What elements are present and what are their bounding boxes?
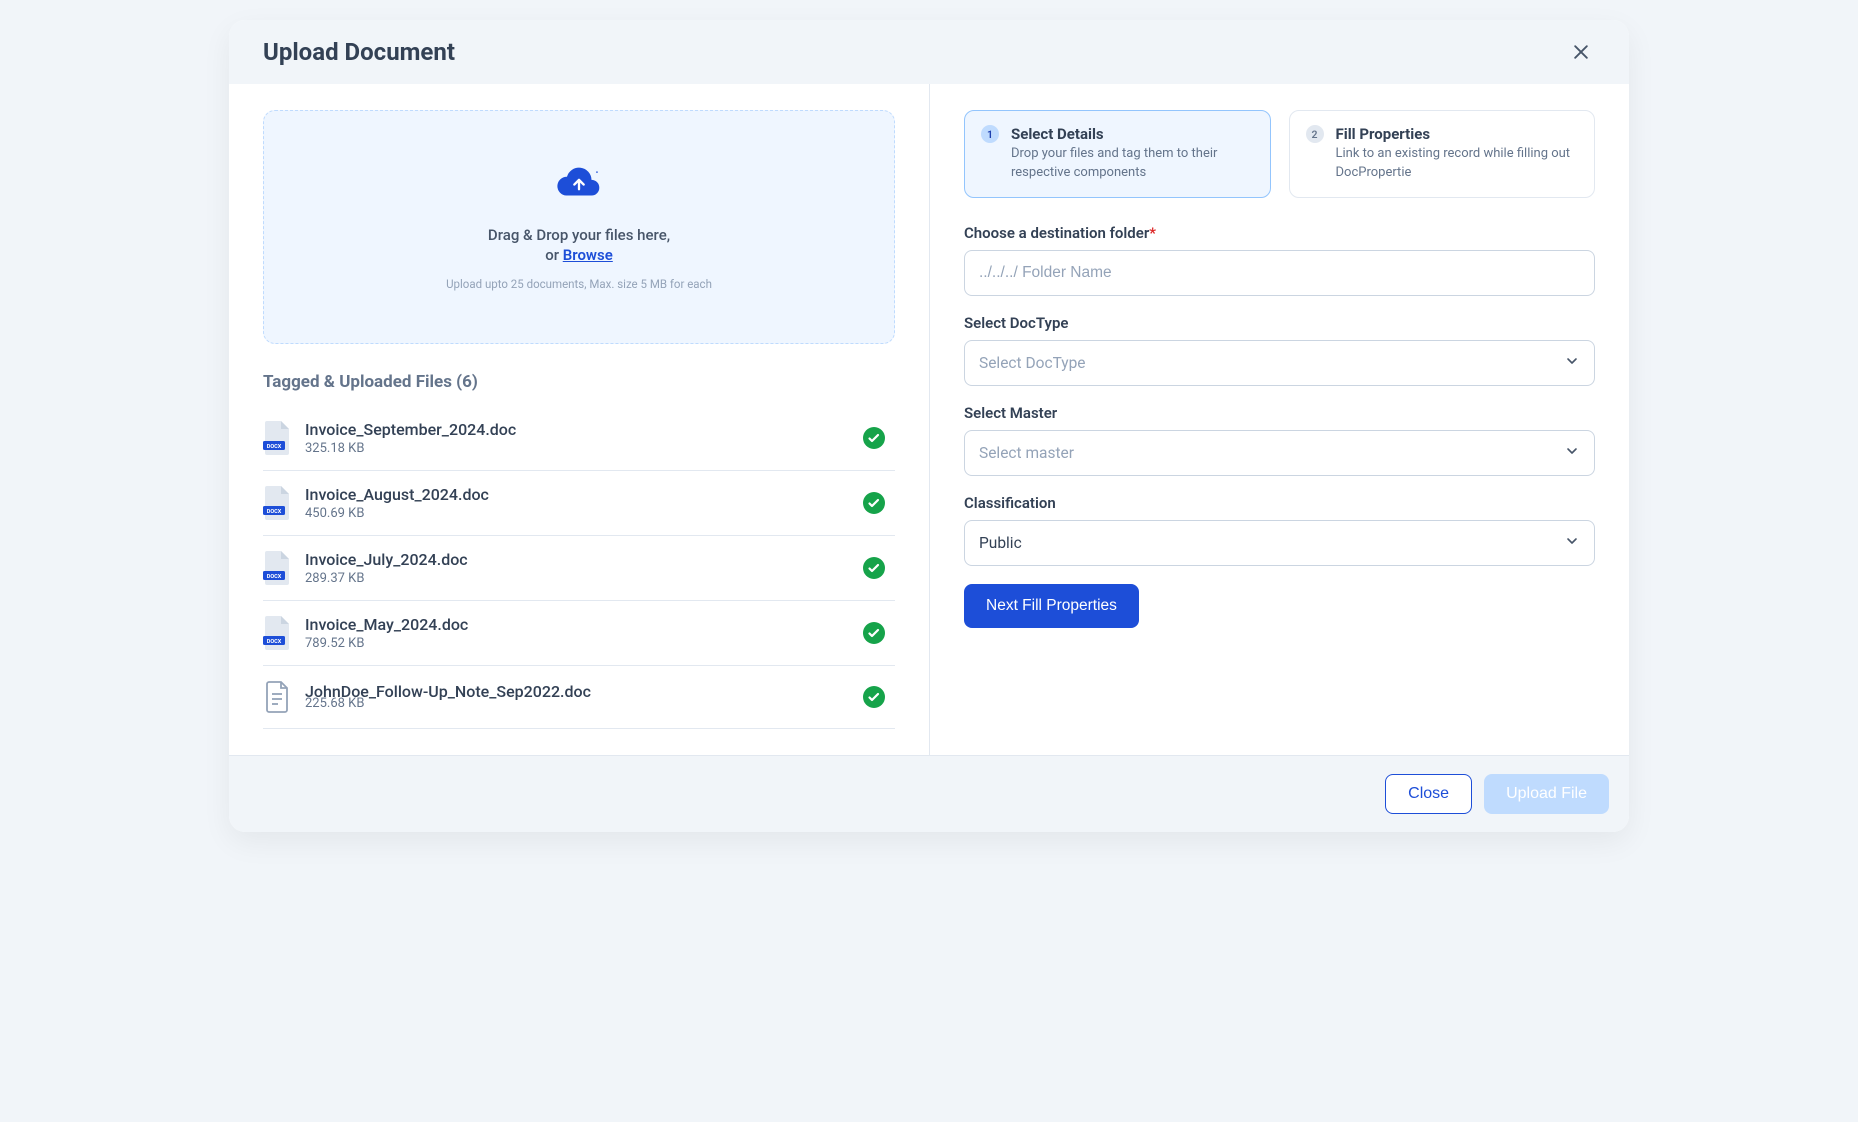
master-label: Select Master [964,404,1595,422]
check-circle-icon [863,686,885,708]
docx-file-icon: DOCX [263,551,291,585]
step-select-details[interactable]: 1 Select Details Drop your files and tag… [964,110,1271,198]
dropzone-hint: Upload upto 25 documents, Max. size 5 MB… [446,277,712,291]
file-name: Invoice_August_2024.doc [305,485,849,504]
check-circle-icon [863,427,885,449]
master-select[interactable]: Select master [964,430,1595,476]
modal-title: Upload Document [263,38,455,66]
modal-footer: Close Upload File [229,755,1629,832]
list-item[interactable]: DOCX Invoice_September_2024.doc 325.18 K… [263,406,895,471]
svg-text:DOCX: DOCX [267,509,282,515]
list-item[interactable]: DOCX Invoice_July_2024.doc 289.37 KB [263,536,895,601]
upload-document-modal: Upload Document Drag & Drop your files h… [229,20,1629,832]
modal-header: Upload Document [229,20,1629,84]
uploaded-files-title: Tagged & Uploaded Files (6) [263,372,895,392]
dropzone-text: Drag & Drop your files here, or Browse [488,225,670,266]
chevron-down-icon [1564,353,1580,373]
doctype-select[interactable]: Select DocType [964,340,1595,386]
destination-folder-input[interactable] [964,250,1595,296]
folder-label: Choose a destination folder* [964,224,1595,242]
file-size: 289.37 KB [305,571,849,586]
chevron-down-icon [1564,443,1580,463]
file-name: Invoice_July_2024.doc [305,550,849,569]
step-title: Fill Properties [1336,125,1579,143]
cloud-upload-icon [554,163,604,207]
list-item[interactable]: DOCX Invoice_August_2024.doc 450.69 KB [263,471,895,536]
classification-select[interactable]: Public [964,520,1595,566]
classification-label: Classification [964,494,1595,512]
chevron-down-icon [1564,533,1580,553]
check-circle-icon [863,557,885,579]
step-title: Select Details [1011,125,1254,143]
docx-file-icon: DOCX [263,486,291,520]
docx-file-icon: DOCX [263,421,291,455]
step-desc: Link to an existing record while filling… [1336,145,1579,183]
browse-link[interactable]: Browse [563,246,613,264]
required-star: * [1149,224,1156,242]
svg-text:DOCX: DOCX [267,639,282,645]
file-size: 225.68 KB [305,696,849,711]
svg-text:DOCX: DOCX [267,444,282,450]
file-name: Invoice_September_2024.doc [305,420,849,439]
svg-text:DOCX: DOCX [267,574,282,580]
step-number-badge: 2 [1306,125,1324,143]
close-icon[interactable] [1567,38,1595,66]
check-circle-icon [863,622,885,644]
file-list: DOCX Invoice_September_2024.doc 325.18 K… [263,406,895,729]
list-item[interactable]: JohnDoe_Follow-Up_Note_Sep2022.doc 225.6… [263,666,895,729]
close-button[interactable]: Close [1385,774,1472,814]
step-row: 1 Select Details Drop your files and tag… [964,110,1595,198]
dropzone[interactable]: Drag & Drop your files here, or Browse U… [263,110,895,344]
right-pane: 1 Select Details Drop your files and tag… [929,84,1629,755]
next-button[interactable]: Next Fill Properties [964,584,1139,628]
docx-file-icon: DOCX [263,616,291,650]
file-size: 325.18 KB [305,441,849,456]
check-circle-icon [863,492,885,514]
upload-file-button[interactable]: Upload File [1484,774,1609,814]
file-size: 789.52 KB [305,636,849,651]
step-desc: Drop your files and tag them to their re… [1011,145,1254,183]
left-pane: Drag & Drop your files here, or Browse U… [229,84,929,755]
file-name: Invoice_May_2024.doc [305,615,849,634]
doc-file-icon [263,680,291,714]
step-fill-properties[interactable]: 2 Fill Properties Link to an existing re… [1289,110,1596,198]
file-size: 450.69 KB [305,506,849,521]
step-number-badge: 1 [981,125,999,143]
doctype-label: Select DocType [964,314,1595,332]
list-item[interactable]: DOCX Invoice_May_2024.doc 789.52 KB [263,601,895,666]
